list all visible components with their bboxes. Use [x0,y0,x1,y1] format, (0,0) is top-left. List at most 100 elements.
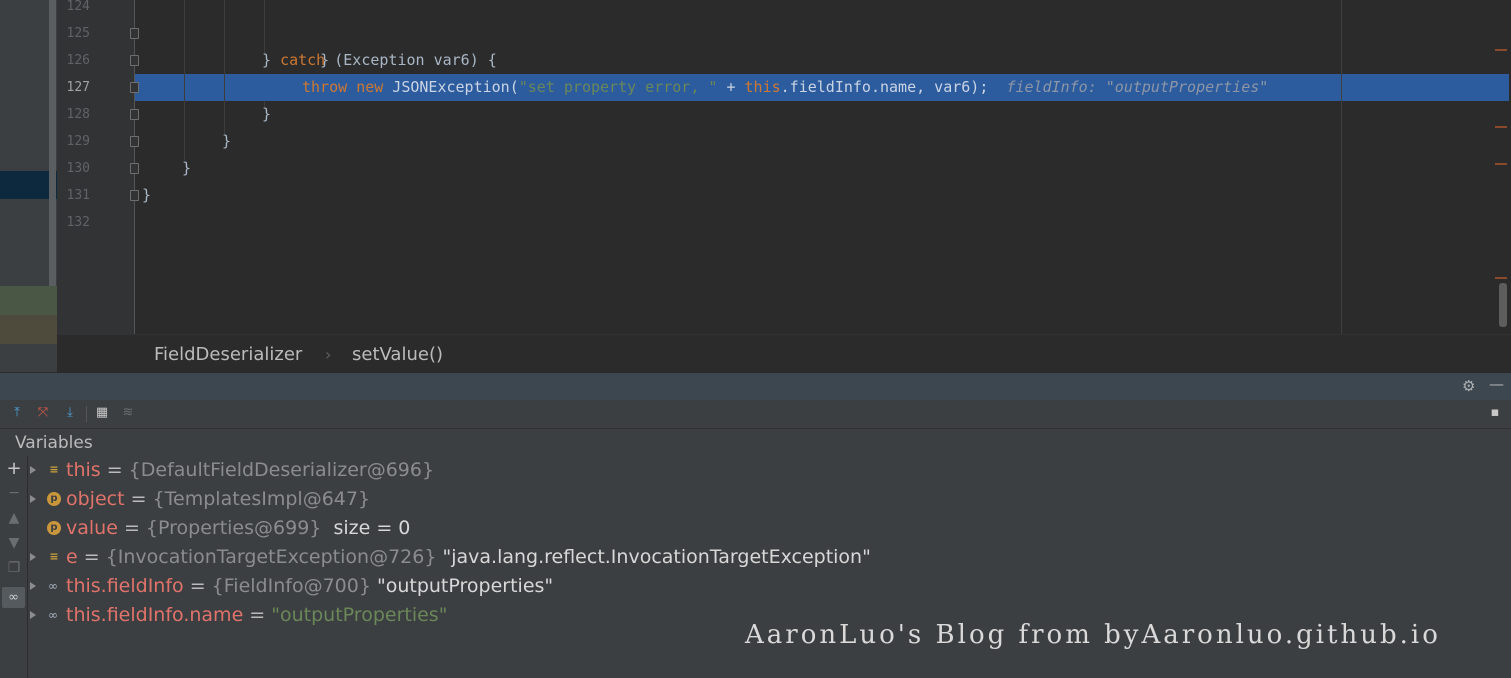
line-number: 131 [66,188,90,203]
project-scrollbar[interactable] [49,0,56,286]
debug-toolbar: ⤒ ⤧ ⤓ ▦ ≋ ▪ [0,400,1511,429]
fold-marker-icon[interactable] [130,136,139,147]
move-down-icon[interactable]: ▼ [4,533,24,553]
breadcrumb: FieldDeserializer › setValue() [57,334,1511,373]
remove-icon[interactable]: − [4,483,24,503]
variable-type: {TemplatesImpl@647} [152,488,371,510]
error-stripe-mark[interactable] [1495,126,1507,128]
equals-sign: = [124,488,153,510]
layout-icon[interactable]: ▪ [1486,404,1504,422]
blog-watermark: AaronLuo's Blog from byAaronluo.github.i… [745,620,1441,650]
fold-marker-icon[interactable] [130,109,139,120]
fold-marker-icon[interactable] [130,28,139,39]
project-panel-edge [0,0,57,372]
variable-string-value: "outputProperties" [271,604,448,626]
code-line-129[interactable]: } [222,128,231,155]
drop-frame-icon[interactable]: ⤧ [34,404,52,422]
variable-row[interactable]: e = {InvocationTargetException@726} "jav… [66,543,871,572]
variable-type: {InvocationTargetException@726} [105,546,437,568]
line-number: 132 [66,215,90,230]
code-line-130[interactable]: } [182,155,191,182]
expand-arrow-icon[interactable] [30,466,36,474]
equals-sign: = [117,517,146,539]
line-number: 129 [66,134,90,149]
indent-guide [184,0,185,160]
gear-icon[interactable]: ⚙ [1462,377,1475,395]
watch-icon: ∞ [48,608,58,622]
brace: } [262,105,272,123]
line-number: 124 [66,0,90,14]
catch-clause: (Exception var6) { [325,51,497,69]
watch-row[interactable]: this.fieldInfo.name = "outputProperties" [66,601,447,630]
variable-value: "outputProperties" [370,575,554,597]
minimize-icon[interactable]: — [1489,375,1504,393]
expand-arrow-icon[interactable] [30,611,36,619]
code-line-128[interactable]: } [262,101,271,128]
chevron-right-icon: › [325,345,332,364]
line-number: 130 [66,161,90,176]
copy-icon[interactable]: ❐ [4,558,24,578]
watches-toggle-icon[interactable]: ∞ [2,587,25,608]
code-line-131[interactable]: } [142,182,151,209]
brace: } [182,159,192,177]
error-stripe-mark[interactable] [1495,163,1507,165]
fold-marker-icon[interactable] [130,190,139,201]
right-margin-guide [1341,0,1342,334]
variable-row[interactable]: this = {DefaultFieldDeserializer@696} [66,456,434,485]
expand-arrow-icon[interactable] [30,553,36,561]
variable-value: "java.lang.reflect.InvocationTargetExcep… [436,546,871,568]
line-number: 125 [66,26,90,41]
watch-row[interactable]: this.fieldInfo = {FieldInfo@700} "output… [66,572,553,601]
line-number: 126 [66,53,90,68]
equals-sign: = [100,459,129,481]
operator: + [717,78,745,96]
code-line-127[interactable]: throw new JSONException("set property er… [302,74,1268,101]
error-stripe-mark[interactable] [1495,277,1507,279]
variable-type: {DefaultFieldDeserializer@696} [128,459,435,481]
brace: } [222,132,232,150]
keyword-catch: catch [280,51,326,69]
breadcrumb-method[interactable]: setValue() [352,344,443,365]
expand-arrow-icon[interactable] [30,582,36,590]
variables-title: Variables [15,433,93,453]
brace: } [262,51,281,69]
indent-guide [224,0,225,134]
project-row-marker [0,286,57,315]
keyword-new: new [356,78,384,96]
breadcrumb-class[interactable]: FieldDeserializer [154,344,302,365]
variable-name: value [66,517,118,539]
add-icon[interactable]: + [4,459,24,479]
equals-sign: = [243,604,272,626]
variable-name: object [66,488,125,510]
error-stripe-mark[interactable] [1495,49,1507,51]
fold-marker-icon[interactable] [130,82,139,93]
fold-marker-icon[interactable] [130,55,139,66]
move-up-icon[interactable]: ▲ [4,508,24,528]
editor-scrollbar[interactable] [1499,283,1507,327]
evaluate-expression-icon[interactable]: ▦ [93,404,111,422]
project-row-marker [0,315,57,344]
fold-marker-icon[interactable] [130,163,139,174]
variable-type: {Properties@699} [145,517,322,539]
code-line-126[interactable]: } catch (Exception var6) { [262,47,497,74]
variable-row[interactable]: object = {TemplatesImpl@647} [66,485,370,514]
variable-row[interactable]: value = {Properties@699} size = 0 [66,514,410,543]
variable-name: e [66,546,78,568]
expand-arrow-icon[interactable] [30,495,36,503]
brace: } [142,186,152,204]
constructor-call: JSONException( [383,78,519,96]
indent-guide [264,0,265,54]
equals-sign: = [77,546,106,568]
parameter-icon: p [47,492,61,506]
run-to-cursor-icon[interactable]: ⤓ [61,404,79,422]
parameter-icon: p [47,521,61,535]
trace-icon[interactable]: ≋ [119,404,137,422]
keyword-throw: throw [302,78,348,96]
step-out-icon[interactable]: ⤒ [8,404,26,422]
project-panel-edge [0,344,57,372]
watch-expression: this.fieldInfo.name [66,604,244,626]
equals-sign: = [183,575,212,597]
field-icon: ≡ [49,550,59,563]
variables-side-toolbar: + − ▲ ▼ ❐ ∞ [0,456,28,678]
variable-name: this [66,459,101,481]
